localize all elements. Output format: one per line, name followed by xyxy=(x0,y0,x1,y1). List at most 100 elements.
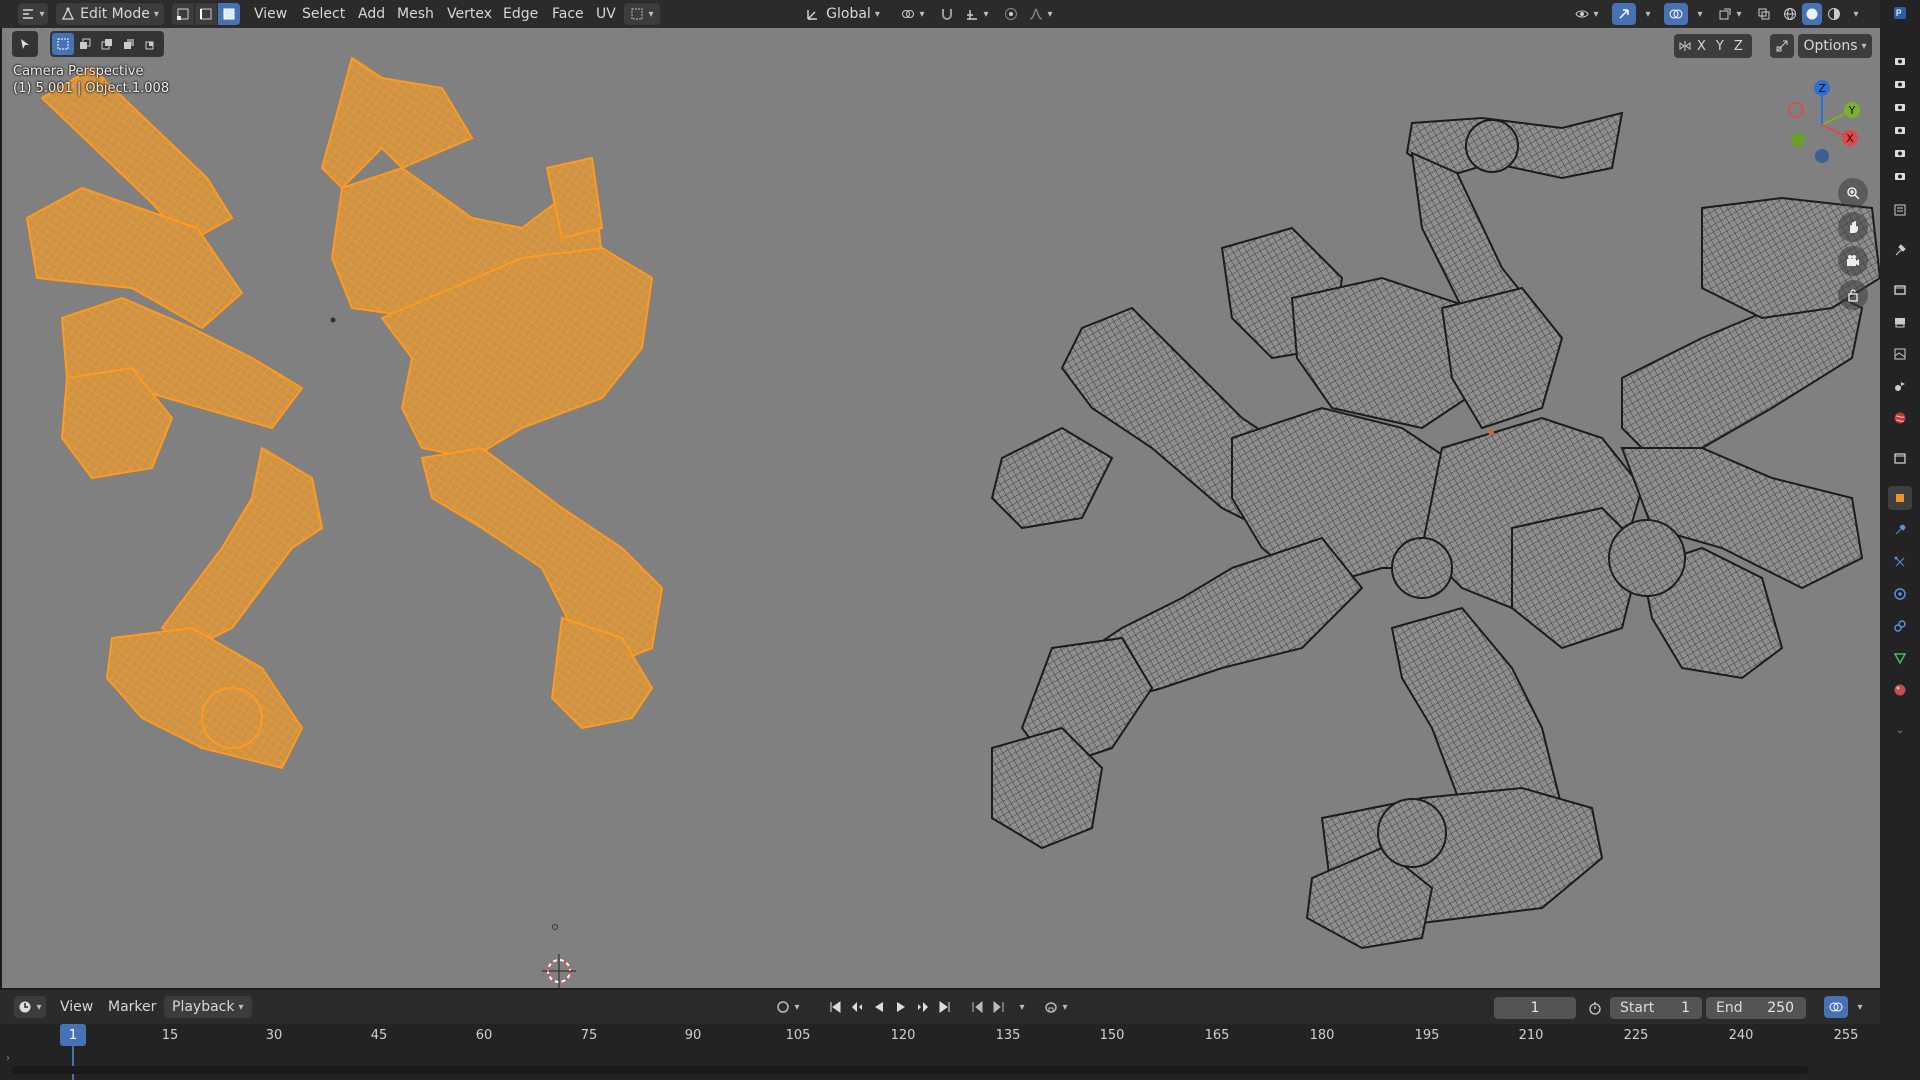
chevron-right-icon[interactable]: › xyxy=(6,1053,10,1064)
shading-solid-button[interactable] xyxy=(1802,3,1822,25)
timeline-overlay-dropdown[interactable]: ▾ xyxy=(1850,996,1866,1018)
mirror-z-toggle[interactable]: Z xyxy=(1729,39,1748,54)
jump-to-start-button[interactable] xyxy=(824,996,846,1018)
next-keyframe-step-button[interactable] xyxy=(988,996,1010,1018)
gizmo-neg-z[interactable] xyxy=(1815,149,1829,163)
select-extend-button[interactable] xyxy=(74,33,96,55)
camera-view-button[interactable] xyxy=(1838,246,1868,276)
camera-visibility-icon[interactable] xyxy=(1892,99,1908,115)
tab-object[interactable] xyxy=(1888,486,1912,510)
shading-material-button[interactable] xyxy=(1824,3,1844,25)
timeline-menu-marker[interactable]: Marker xyxy=(102,996,162,1018)
lock-camera-button[interactable] xyxy=(1838,280,1868,310)
snap-target-dropdown[interactable]: ▾ xyxy=(960,3,994,25)
xray-toggle[interactable] xyxy=(1754,3,1774,25)
selected-mesh-left[interactable] xyxy=(25,56,664,770)
camera-visibility-icon[interactable] xyxy=(1892,76,1908,92)
tab-constraints[interactable] xyxy=(1888,614,1912,638)
vertex-select-button[interactable] xyxy=(172,3,195,25)
timeline-area[interactable]: 15 30 45 60 75 90 105 120 135 150 165 18… xyxy=(0,1024,1880,1080)
tab-object-data[interactable] xyxy=(1888,646,1912,670)
tab-view-layer[interactable] xyxy=(1888,342,1912,366)
mirror-x-toggle[interactable]: X xyxy=(1692,39,1711,54)
tab-world[interactable] xyxy=(1888,406,1912,430)
mode-dropdown[interactable]: Edit Mode ▾ xyxy=(56,3,164,25)
play-button[interactable] xyxy=(890,996,912,1018)
tab-physics[interactable] xyxy=(1888,582,1912,606)
gizmo-dropdown[interactable]: ▾ xyxy=(1638,3,1654,25)
3d-viewport[interactable]: Camera Perspective (1) 5.001 | Object.1.… xyxy=(2,28,1880,988)
play-reverse-button[interactable] xyxy=(868,996,890,1018)
menu-vertex[interactable]: Vertex xyxy=(441,3,498,25)
tab-collection[interactable] xyxy=(1888,446,1912,470)
menu-view[interactable]: View xyxy=(248,3,293,25)
menu-add[interactable]: Add xyxy=(352,3,391,25)
3d-cursor[interactable] xyxy=(542,954,576,988)
pan-button[interactable] xyxy=(1838,212,1868,242)
menu-edge[interactable]: Edge xyxy=(497,3,544,25)
tab-more[interactable]: ⌄ xyxy=(1888,718,1912,742)
tab-particles[interactable] xyxy=(1888,550,1912,574)
overlays-dropdown[interactable]: ▾ xyxy=(1690,3,1706,25)
timeline-overlay-toggle[interactable] xyxy=(1824,996,1848,1018)
menu-select[interactable]: Select xyxy=(296,3,351,25)
end-frame-field[interactable]: End 250 xyxy=(1706,997,1806,1019)
tab-render[interactable] xyxy=(1888,278,1912,302)
auto-keying-toggle[interactable]: ▾ xyxy=(770,996,806,1018)
visibility-dropdown[interactable]: ▾ xyxy=(1570,3,1604,25)
camera-visibility-icon[interactable] xyxy=(1892,53,1908,69)
scene-render[interactable] xyxy=(2,28,1880,988)
shading-dropdown[interactable]: ▾ xyxy=(1846,3,1862,25)
select-subtract-button[interactable] xyxy=(96,33,118,55)
edge-select-button[interactable] xyxy=(195,3,218,25)
shading-wireframe-button[interactable] xyxy=(1780,3,1800,25)
unselected-mesh-right[interactable] xyxy=(990,111,1880,950)
jump-to-keyframe-prev-button[interactable] xyxy=(846,996,868,1018)
prev-keyframe-step-button[interactable] xyxy=(966,996,988,1018)
uv-select-sync-button[interactable]: ▾ xyxy=(624,3,660,25)
menu-face[interactable]: Face xyxy=(546,3,590,25)
tab-properties-menu[interactable] xyxy=(1888,198,1912,222)
camera-visibility-icon[interactable] xyxy=(1892,168,1908,184)
playback-dropdown[interactable]: Playback ▾ xyxy=(164,996,252,1018)
proportional-edit-toggle[interactable] xyxy=(1000,3,1022,25)
timeline-editor-type-button[interactable]: ▾ xyxy=(14,996,46,1018)
select-cursor-tool[interactable] xyxy=(14,33,36,55)
falloff-dropdown[interactable]: ▾ xyxy=(1024,3,1058,25)
mesh-edit-overlays-dropdown[interactable]: ▾ xyxy=(1712,3,1748,25)
select-difference-button[interactable] xyxy=(118,33,140,55)
tab-tool[interactable] xyxy=(1888,238,1912,262)
start-frame-field[interactable]: Start 1 xyxy=(1610,997,1702,1019)
pivot-point-dropdown[interactable]: ▾ xyxy=(896,3,930,25)
tool-active-button[interactable] xyxy=(12,31,38,57)
timeline-scrollbar[interactable] xyxy=(12,1066,1808,1074)
select-intersect-button[interactable] xyxy=(140,33,162,55)
tab-material[interactable] xyxy=(1888,678,1912,702)
frame-ruler[interactable]: 15 30 45 60 75 90 105 120 135 150 165 18… xyxy=(0,1024,1880,1050)
zoom-button[interactable] xyxy=(1838,178,1868,208)
face-select-button[interactable] xyxy=(218,3,240,25)
select-new-button[interactable] xyxy=(52,33,74,55)
jump-to-end-button[interactable] xyxy=(934,996,956,1018)
jump-to-keyframe-next-button[interactable] xyxy=(912,996,934,1018)
menu-uv[interactable]: UV xyxy=(590,3,622,25)
gizmo-neg-x[interactable] xyxy=(1788,102,1804,118)
menu-mesh[interactable]: Mesh xyxy=(391,3,440,25)
preview-range-toggle[interactable] xyxy=(1584,997,1606,1019)
editor-type-button[interactable]: ▾ xyxy=(18,3,48,25)
tab-modifiers[interactable] xyxy=(1888,518,1912,542)
camera-visibility-icon[interactable] xyxy=(1892,145,1908,161)
tab-output[interactable] xyxy=(1888,310,1912,334)
current-frame-field[interactable]: 1 xyxy=(1494,997,1576,1019)
options-dropdown[interactable]: Options ▾ xyxy=(1798,34,1872,58)
keyframe-type-dropdown[interactable]: ▾ xyxy=(1012,996,1028,1018)
camera-visibility-icon[interactable] xyxy=(1892,122,1908,138)
auto-merge-toggle[interactable] xyxy=(1770,34,1794,58)
tab-scene[interactable] xyxy=(1888,374,1912,398)
gizmo-toggle[interactable] xyxy=(1612,3,1636,25)
timeline-menu-view[interactable]: View xyxy=(54,996,99,1018)
keying-set-dropdown[interactable]: ▾ xyxy=(1036,996,1076,1018)
transform-orientation-dropdown[interactable]: Global ▾ xyxy=(798,3,888,25)
mirror-y-toggle[interactable]: Y xyxy=(1711,39,1729,54)
gizmo-neg-y[interactable] xyxy=(1791,133,1805,147)
